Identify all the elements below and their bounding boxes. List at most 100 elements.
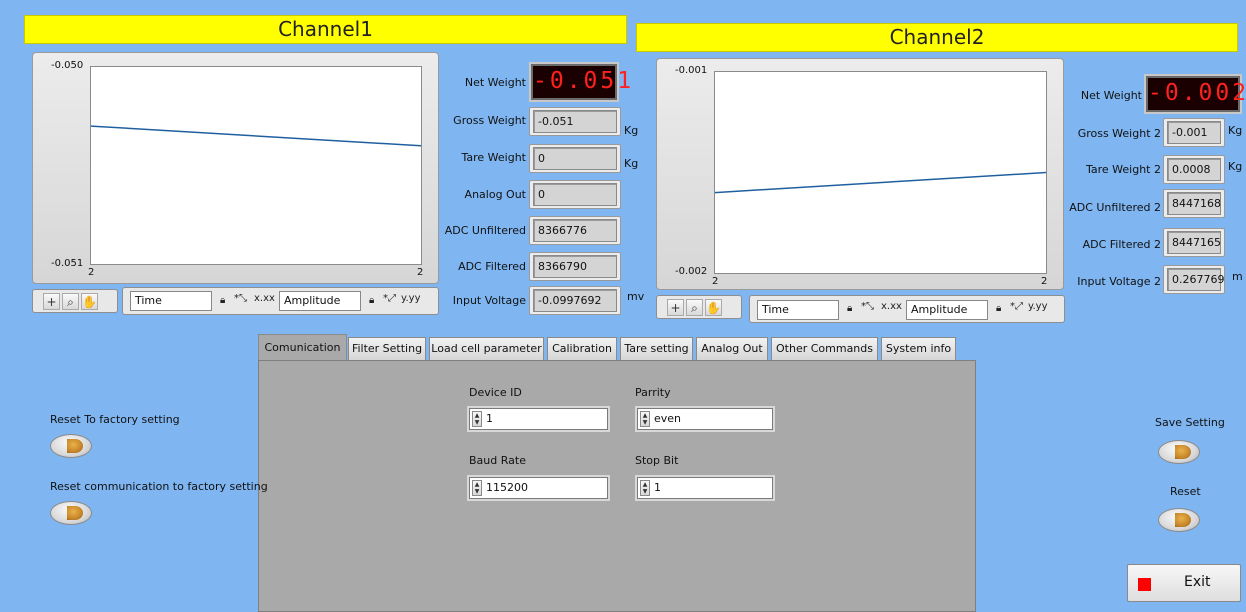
channel2-tare-weight-value: 0.0008 [1167,158,1221,181]
lock-icon[interactable]: 🔒︎ [847,303,852,315]
channel2-adc-unfiltered-value: 8447168 [1167,192,1221,215]
channel1-plot-area[interactable] [90,66,422,265]
led-bulb-icon [1175,513,1191,527]
channel2-y-axis-field[interactable]: Amplitude [906,300,988,320]
lock-icon[interactable]: 🔒︎ [996,303,1001,315]
channel1-graph-palette: + ⌕ ✋ [32,289,118,313]
stop-bit-spinner[interactable]: ▲ ▼ [640,480,650,496]
channel1-header: Channel1 [24,15,627,44]
channel2-input-voltage-frame: 0.267769 [1163,265,1225,294]
baud-rate-control[interactable]: ▲ ▼ 115200 [469,477,608,499]
crosshair-icon[interactable]: + [667,299,684,316]
channel1-adc-filtered-value: 8366790 [533,255,617,278]
channel1-analog-out-label: Analog Out [464,188,526,201]
stop-bit-control[interactable]: ▲ ▼ 1 [637,477,773,499]
channel2-x-left-label: 2 [712,276,719,287]
save-setting-label: Save Setting [1155,416,1225,429]
channel2-plot-svg [715,171,1046,194]
channel1-x-axis-field[interactable]: Time [130,291,212,311]
channel1-gross-weight-frame: -0.051 [529,107,621,136]
channel1-tare-weight-label: Tare Weight [461,151,526,164]
parity-spinner[interactable]: ▲ ▼ [640,411,650,427]
autoscale-icon[interactable]: *⤢ [1010,301,1023,313]
channel1-net-weight-label: Net Weight [464,76,526,89]
channel1-adc-filtered-frame: 8366790 [529,252,621,281]
tab-load-cell-parameter[interactable]: Load cell parameter [429,337,544,360]
autoscale-icon[interactable]: *⤡ [861,301,874,313]
baud-rate-label: Baud Rate [469,454,526,467]
pan-hand-icon[interactable]: ✋ [81,293,98,310]
reset-button[interactable] [1158,508,1200,532]
channel2-adc-filtered-label: ADC Filtered 2 [1082,238,1161,251]
format-icon[interactable]: x.xx [254,293,275,305]
channel1-input-voltage-unit: mv [627,290,645,303]
channel1-graph: -0.050 -0.051 2 2 [32,52,439,284]
tab-tare-setting[interactable]: Tare setting [620,337,693,360]
parity-control[interactable]: ▲ ▼ even [637,408,773,430]
tab-filter-setting[interactable]: Filter Setting [348,337,426,360]
channel1-net-weight-display: -0.051 [531,64,631,100]
channel1-input-voltage-value: -0.0997692 [533,289,617,312]
lock-icon[interactable]: 🔒︎ [369,295,374,307]
parity-label: Parrity [635,386,671,399]
pan-hand-icon[interactable]: ✋ [705,299,722,316]
format-icon[interactable]: y.yy [401,293,421,305]
channel2-scale-legend: Time 🔒︎ *⤡ x.xx Amplitude 🔒︎ *⤢ y.yy [749,295,1065,323]
channel2-adc-filtered-frame: 8447165 [1163,228,1225,257]
led-bulb-icon [67,506,83,520]
exit-button[interactable]: Exit [1127,564,1241,602]
crosshair-icon[interactable]: + [43,293,60,310]
channel2-header: Channel2 [636,23,1238,52]
stop-square-icon [1138,578,1151,591]
channel2-gross-weight-value: -0.001 [1167,121,1221,144]
led-bulb-icon [1175,445,1191,459]
device-id-spinner[interactable]: ▲ ▼ [472,411,482,427]
reset-communication-button[interactable] [50,501,92,525]
channel2-tare-weight-unit: Kg [1228,160,1242,173]
autoscale-icon[interactable]: *⤢ [383,293,396,305]
tab-analog-out[interactable]: Analog Out [696,337,768,360]
channel1-input-voltage-frame: -0.0997692 [529,286,621,315]
autoscale-icon[interactable]: *⤡ [234,293,247,305]
channel1-y-axis-field[interactable]: Amplitude [279,291,361,311]
channel1-series-line [91,125,421,147]
format-icon[interactable]: y.yy [1028,301,1048,313]
zoom-icon[interactable]: ⌕ [62,293,79,310]
channel2-graph: -0.001 -0.002 2 2 [656,58,1064,290]
channel2-input-voltage-value: 0.267769 [1167,268,1225,291]
device-id-control[interactable]: ▲ ▼ 1 [469,408,608,430]
channel2-y-top-label: -0.001 [675,65,708,76]
baud-rate-spinner[interactable]: ▲ ▼ [472,480,482,496]
channel2-x-axis-field[interactable]: Time [757,300,839,320]
tab-system-info[interactable]: System info [881,337,956,360]
tab-communication[interactable]: Comunication [258,334,347,361]
channel1-gross-weight-unit: Kg [624,124,639,137]
save-setting-button[interactable] [1158,440,1200,464]
channel2-graph-palette: + ⌕ ✋ [656,295,742,319]
channel1-input-voltage-label: Input Voltage [452,294,526,307]
tab-other-commands[interactable]: Other Commands [771,337,878,360]
reset-factory-button[interactable] [50,434,92,458]
channel2-x-right-label: 2 [1041,276,1048,287]
channel2-plot-area[interactable] [714,71,1047,274]
zoom-icon[interactable]: ⌕ [686,299,703,316]
channel1-x-right-label: 2 [417,267,424,278]
stop-bit-value: 1 [654,481,661,494]
channel1-adc-unfiltered-label: ADC Unfiltered [444,224,526,237]
channel1-plot-svg [91,125,421,147]
channel1-analog-out-frame: 0 [529,180,621,209]
lock-icon[interactable]: 🔒︎ [220,295,225,307]
channel1-tare-weight-frame: 0 [529,144,621,173]
channel2-adc-filtered-value: 8447165 [1167,231,1221,254]
reset-communication-label: Reset communication to factory setting [50,480,268,493]
channel2-series-line [715,171,1046,194]
channel2-input-voltage-label: Input Voltage 2 [1077,275,1161,288]
channel2-y-bottom-label: -0.002 [675,266,708,277]
format-icon[interactable]: x.xx [881,301,902,313]
device-id-label: Device ID [469,386,522,399]
channel2-tare-weight-frame: 0.0008 [1163,155,1225,184]
channel1-x-left-label: 2 [88,267,95,278]
channel2-net-weight-label: Net Weight [1080,89,1142,102]
tab-calibration[interactable]: Calibration [547,337,617,360]
channel1-adc-filtered-label: ADC Filtered [458,260,526,273]
